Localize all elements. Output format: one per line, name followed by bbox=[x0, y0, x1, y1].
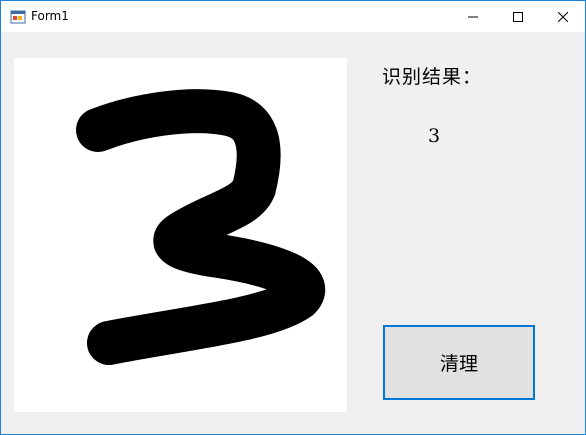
title-bar[interactable]: Form1 bbox=[1, 1, 585, 32]
clear-button[interactable]: 清理 bbox=[383, 325, 535, 400]
app-window: Form1 识别结果： 3 清理 bbox=[0, 0, 586, 435]
minimize-button[interactable] bbox=[450, 1, 495, 32]
window-title: Form1 bbox=[31, 9, 69, 23]
handwritten-digit-drawing bbox=[76, 89, 325, 365]
result-value: 3 bbox=[428, 125, 441, 147]
app-icon bbox=[10, 9, 26, 25]
maximize-icon bbox=[512, 11, 523, 22]
close-icon bbox=[557, 11, 568, 22]
maximize-button[interactable] bbox=[495, 1, 540, 32]
drawing-canvas[interactable] bbox=[14, 58, 347, 412]
minimize-icon bbox=[467, 12, 478, 22]
result-label: 识别结果： bbox=[382, 66, 483, 88]
close-button[interactable] bbox=[540, 1, 585, 32]
